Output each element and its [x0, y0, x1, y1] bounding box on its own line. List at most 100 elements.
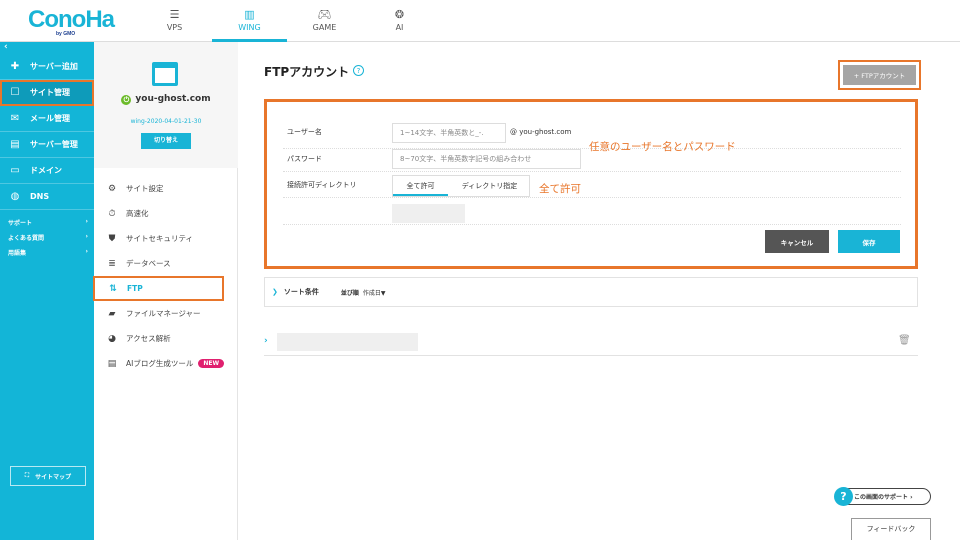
- directory-placeholder: [392, 204, 465, 223]
- sitemap-icon: ⛶: [24, 472, 30, 479]
- sidebar-item-dns[interactable]: ◍ DNS: [0, 184, 94, 210]
- page-title: FTPアカウント: [264, 65, 350, 79]
- tab-label: GAME: [312, 23, 337, 32]
- menu-ai-blog[interactable]: ▤ AIブログ生成ツール NEW: [94, 351, 238, 376]
- password-label: パスワード: [287, 155, 322, 163]
- database-icon: ≣: [108, 258, 116, 269]
- menu-file-manager[interactable]: ▰ ファイルマネージャー: [94, 301, 238, 326]
- directory-label: 接続許可ディレクトリ: [287, 181, 357, 189]
- menu-database[interactable]: ≣ データベース: [94, 251, 238, 276]
- sidebar-item-label: サイト管理: [30, 88, 70, 97]
- shield-icon: ⛊: [108, 233, 116, 244]
- top-header: ConoHa by GMO ☰ VPS ▥ WING 🎮︎ GAME ❂ AI: [0, 0, 960, 42]
- expand-chevron-icon[interactable]: ›: [264, 336, 268, 346]
- sidebar-item-server[interactable]: ▤ サーバー管理: [0, 132, 94, 158]
- help-icon[interactable]: ?: [353, 65, 364, 76]
- sort-bar[interactable]: ❯ ソート条件 並び順 作成日▼: [264, 277, 918, 307]
- sidebar-link-support[interactable]: サポート ›: [8, 218, 88, 227]
- domain-icon: ▭: [10, 165, 20, 176]
- sidebar-item-site-management[interactable]: ☐ サイト管理: [0, 80, 94, 106]
- server-icon: ☰: [169, 8, 180, 21]
- sitemap-label: サイトマップ: [35, 473, 72, 481]
- tab-game[interactable]: 🎮︎ GAME: [287, 0, 362, 42]
- document-icon: ▤: [107, 358, 117, 369]
- domain-suffix: @ you-ghost.com: [510, 128, 572, 136]
- add-ftp-account-button[interactable]: + FTPアカウント: [843, 65, 916, 85]
- directory-tabs: 全て許可 ディレクトリ指定: [392, 175, 530, 197]
- tab-all-allowed[interactable]: 全て許可: [393, 176, 448, 196]
- add-ftp-account-highlight: + FTPアカウント: [838, 60, 921, 90]
- tab-vps[interactable]: ☰ VPS: [137, 0, 212, 42]
- menu-access-analytics[interactable]: ◕ アクセス解析: [94, 326, 238, 351]
- username-label: ユーザー名: [287, 128, 322, 136]
- site-window-icon: [152, 62, 178, 86]
- tab-wing[interactable]: ▥ WING: [212, 0, 287, 42]
- wing-id: wing-2020-04-01-21-30: [130, 118, 202, 125]
- menu-label: 高速化: [126, 209, 149, 218]
- menu-site-security[interactable]: ⛊ サイトセキュリティ: [94, 226, 238, 251]
- tab-ai[interactable]: ❂ AI: [362, 0, 437, 42]
- site-info: ⏻ you-ghost.com wing-2020-04-01-21-30 切り替…: [94, 42, 238, 168]
- chevron-right-icon: ›: [85, 233, 88, 240]
- domain-text: you-ghost.com: [135, 94, 211, 104]
- link-label: サポート: [8, 220, 33, 227]
- sidebar-item-label: DNS: [30, 192, 50, 201]
- sidebar-link-faq[interactable]: よくある質問 ›: [8, 233, 88, 242]
- tab-label: WING: [238, 23, 261, 32]
- password-input[interactable]: 8~70文字、半角英数字記号の組み合わせ: [392, 149, 581, 169]
- feedback-button[interactable]: フィードバック: [851, 518, 931, 540]
- menu-label: サイト設定: [126, 184, 164, 193]
- directory-row: 接続許可ディレクトリ: [283, 172, 901, 198]
- sidebar-item-label: メール管理: [30, 114, 70, 123]
- sidebar-item-label: サーバー追加: [30, 62, 78, 71]
- sort-label: ソート条件: [283, 288, 319, 296]
- sidebar-item-domain[interactable]: ▭ ドメイン: [0, 158, 94, 184]
- menu-ftp[interactable]: ⇅ FTP: [93, 276, 224, 301]
- gamepad-icon: 🎮︎: [317, 8, 332, 21]
- link-label: 用語集: [8, 250, 27, 257]
- ftp-account-row: › 🗑︎: [264, 328, 918, 356]
- directory-extra-row: [283, 198, 901, 225]
- window-icon: ☐: [10, 87, 20, 98]
- menu-label: データベース: [126, 259, 171, 268]
- site-domain: ⏻ you-ghost.com: [94, 94, 238, 105]
- support-label: この画面のサポート ›: [854, 494, 913, 501]
- chevron-right-icon: ›: [85, 248, 88, 255]
- menu-label: FTP: [127, 284, 143, 293]
- username-input[interactable]: 1~14文字、半角英数と_-.: [392, 123, 506, 143]
- order-select[interactable]: 作成日▼: [363, 288, 386, 297]
- link-label: よくある質問: [8, 235, 45, 242]
- save-button[interactable]: 保存: [838, 230, 900, 253]
- switch-button[interactable]: 切り替え: [141, 133, 191, 149]
- ftp-arrows-icon: ⇅: [109, 283, 117, 294]
- sidebar-item-add-server[interactable]: ✚ サーバー追加: [0, 54, 94, 80]
- cancel-button[interactable]: キャンセル: [765, 230, 829, 253]
- tab-label: VPS: [166, 23, 183, 32]
- sidebar-link-glossary[interactable]: 用語集 ›: [8, 248, 88, 257]
- account-name-placeholder: [277, 333, 418, 351]
- new-badge: NEW: [198, 359, 225, 368]
- wing-icon: ▥: [244, 8, 255, 21]
- conoha-logo[interactable]: ConoHa by GMO: [28, 6, 115, 37]
- annotation-credentials: 任意のユーザー名とパスワード: [589, 141, 736, 153]
- trash-icon[interactable]: 🗑︎: [898, 335, 911, 346]
- plus-icon: ✚: [10, 61, 20, 72]
- menu-label: AIブログ生成ツール: [126, 359, 194, 368]
- page-support-button[interactable]: ? この画面のサポート ›: [834, 487, 931, 506]
- power-icon: ⏻: [121, 95, 132, 105]
- tab-directory-specify[interactable]: ディレクトリ指定: [448, 176, 531, 196]
- sitemap-button[interactable]: ⛶ サイトマップ: [10, 466, 86, 486]
- stopwatch-icon: ⏱: [108, 208, 116, 219]
- menu-label: アクセス解析: [126, 334, 171, 343]
- sidebar-item-mail[interactable]: ✉ メール管理: [0, 106, 94, 132]
- brain-icon: ❂: [394, 8, 405, 21]
- pie-chart-icon: ◕: [108, 333, 116, 344]
- menu-label: ファイルマネージャー: [126, 309, 201, 318]
- menu-speedup[interactable]: ⏱ 高速化: [94, 201, 238, 226]
- logo-sub: by GMO: [56, 31, 76, 37]
- sidebar-item-label: ドメイン: [30, 166, 62, 175]
- menu-site-settings[interactable]: ⚙ サイト設定: [94, 176, 238, 201]
- collapse-icon[interactable]: ‹: [4, 42, 8, 52]
- tab-label: AI: [395, 23, 404, 32]
- globe-icon: ◍: [10, 191, 20, 202]
